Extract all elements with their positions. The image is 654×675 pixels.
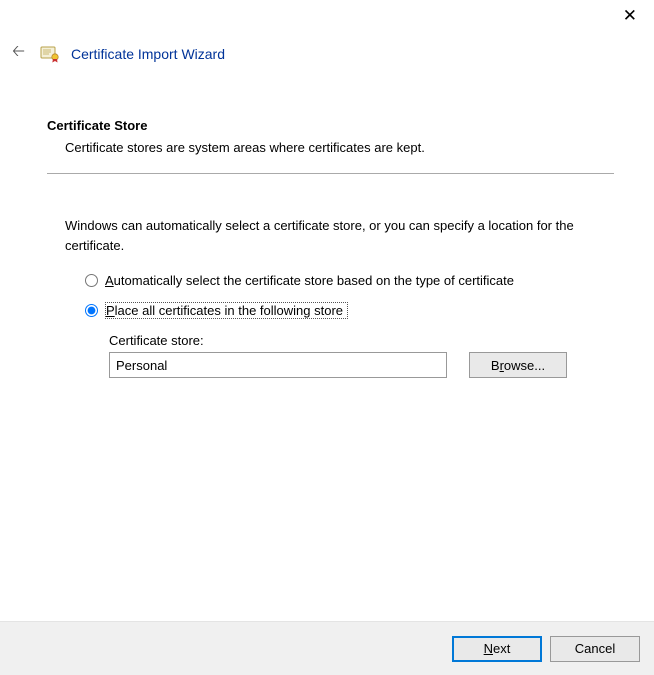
section-title: Certificate Store <box>47 118 614 133</box>
certificate-icon <box>39 44 59 64</box>
back-arrow-icon[interactable]: 🡠 <box>10 38 27 69</box>
radio-auto-input[interactable] <box>85 274 98 287</box>
radio-auto-select[interactable]: Automatically select the certificate sto… <box>85 273 614 288</box>
browse-button[interactable]: Browse... <box>469 352 567 378</box>
store-input[interactable] <box>109 352 447 378</box>
next-button[interactable]: Next <box>452 636 542 662</box>
wizard-title: Certificate Import Wizard <box>71 46 225 62</box>
radio-group: Automatically select the certificate sto… <box>85 273 614 319</box>
footer: Next Cancel <box>0 621 654 675</box>
radio-place-input[interactable] <box>85 304 98 317</box>
close-icon[interactable]: ✕ <box>617 4 643 28</box>
divider <box>47 173 614 174</box>
section-description: Certificate stores are system areas wher… <box>65 139 614 157</box>
cancel-button[interactable]: Cancel <box>550 636 640 662</box>
radio-place-label: Place all certificates in the following … <box>105 302 348 319</box>
radio-auto-label: Automatically select the certificate sto… <box>105 273 514 288</box>
header: 🡠 Certificate Import Wizard <box>10 38 225 69</box>
content-area: Certificate Store Certificate stores are… <box>47 118 614 378</box>
store-section: Certificate store: Browse... <box>109 333 614 378</box>
store-label: Certificate store: <box>109 333 614 348</box>
store-row: Browse... <box>109 352 614 378</box>
intro-text: Windows can automatically select a certi… <box>65 216 604 255</box>
radio-place-all[interactable]: Place all certificates in the following … <box>85 302 614 319</box>
